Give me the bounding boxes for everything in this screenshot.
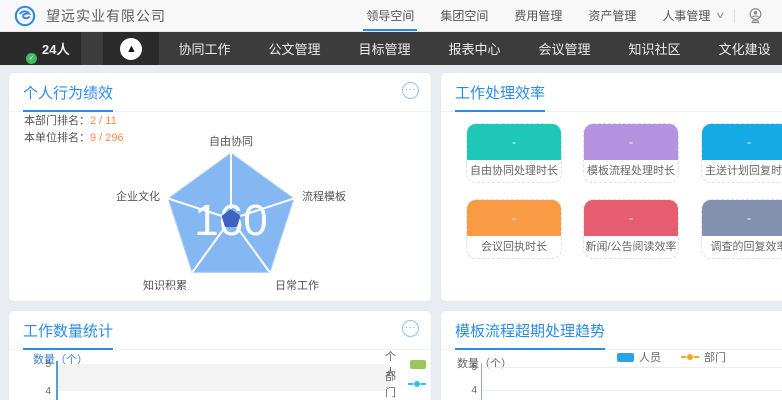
- top-menu-label: 资产管理: [588, 7, 636, 24]
- y-tick-4: 4: [35, 386, 51, 397]
- panel-title: 工作处理效率: [455, 82, 545, 112]
- nav-label: 文化建设: [719, 39, 771, 58]
- legend-rect-swatch: [617, 353, 634, 362]
- panel-overdue-trend: 模板流程超期处理趋势 数量（个） 5 4 人员 部门: [440, 310, 782, 400]
- app-logo-icon[interactable]: ▲: [120, 38, 142, 60]
- efficiency-card-template-flow[interactable]: - 模板流程处理时长: [583, 123, 679, 183]
- nav-label: 目标管理: [359, 39, 411, 58]
- nav-label: 会议管理: [539, 39, 591, 58]
- efficiency-card-free-collab[interactable]: - 自由协同处理时长: [466, 123, 562, 183]
- nav-item-goals[interactable]: 目标管理: [340, 32, 430, 65]
- plot-band: [58, 364, 390, 391]
- top-menu-label: 集团空间: [440, 7, 488, 24]
- card-value: -: [467, 124, 561, 160]
- efficiency-card-meeting-receipt[interactable]: - 会议回执时长: [466, 199, 562, 259]
- legend-label: 人员: [639, 349, 661, 365]
- nav-item-knowledge[interactable]: 知识社区: [610, 32, 700, 65]
- efficiency-card-news-reading[interactable]: - 新闻/公告阅读效率: [583, 199, 679, 259]
- efficiency-card-plan-reply[interactable]: - 主送计划回复时长: [701, 123, 782, 183]
- legend-line-dot-marker: [681, 354, 699, 360]
- card-label: 会议回执时长: [467, 236, 561, 258]
- nav-label: 协同工作: [178, 39, 230, 58]
- company-name: 望远实业有限公司: [46, 6, 166, 26]
- top-menu-label: 人事管理: [662, 7, 710, 24]
- top-menu-label: 领导空间: [366, 7, 414, 24]
- top-menu-label: 费用管理: [514, 7, 562, 24]
- card-value: -: [584, 200, 678, 236]
- card-label: 自由协同处理时长: [467, 160, 561, 182]
- main-nav: ✓ 24人 ▲ 协同工作 公文管理 目标管理 报表中心 会议管理 知识社区 文化…: [0, 32, 782, 65]
- legend-department[interactable]: 部门: [681, 349, 726, 365]
- top-menu-item-group-space[interactable]: 集团空间: [427, 0, 501, 31]
- card-label: 调查的回复效率: [702, 236, 782, 258]
- nav-items: 协同工作 公文管理 目标管理 报表中心 会议管理 知识社区 文化建设 分析云 协…: [159, 32, 782, 65]
- online-check-icon: ✓: [26, 53, 37, 64]
- radar-chart[interactable]: 160 自由协同 流程模板 日常工作 知识积累 企业文化: [9, 101, 433, 303]
- divider: [734, 9, 735, 23]
- top-bar: 望远实业有限公司 领导空间 集团空间 费用管理 资产管理 人事管理 ∨: [0, 0, 782, 32]
- chevron-down-icon[interactable]: ∨: [715, 10, 726, 21]
- panel-header: 工作数量统计: [9, 311, 431, 350]
- gridline: [482, 390, 782, 391]
- legend-label: 部门: [704, 349, 726, 365]
- top-menu-item-leader-space[interactable]: 领导空间: [353, 0, 427, 31]
- radar-label-free-collab: 自由协同: [209, 134, 253, 148]
- user-count-badge[interactable]: 24人: [42, 39, 69, 58]
- panel-work-count: 工作数量统计 ··· 数量（个） 5 4 个人 部门: [8, 310, 432, 400]
- panel-more-button[interactable]: ···: [402, 82, 419, 99]
- top-menu: 领导空间 集团空间 费用管理 资产管理 人事管理 ∨: [353, 0, 768, 31]
- nav-spacer: [81, 32, 103, 65]
- panel-header: 模板流程超期处理趋势: [441, 311, 782, 350]
- nav-label: 知识社区: [629, 39, 681, 58]
- y-tick-4: 4: [461, 385, 477, 396]
- panel-work-efficiency: 工作处理效率 - 自由协同处理时长 - 模板流程处理时长 - 主送计划回复时长 …: [440, 72, 782, 302]
- radar-label-flow-template: 流程模板: [302, 189, 346, 203]
- card-value: -: [702, 124, 782, 160]
- legend-personnel[interactable]: 人员: [617, 349, 661, 365]
- radar-label-daily-work: 日常工作: [275, 279, 319, 292]
- panel-personal-performance: 个人行为绩效 ··· 本部门排名：2 / 11 本单位排名：9 / 296 16…: [8, 72, 432, 302]
- active-underline: [363, 29, 417, 31]
- nav-label: 报表中心: [449, 39, 501, 58]
- panel-title: 工作数量统计: [23, 320, 113, 350]
- legend-label: 部门: [385, 368, 403, 400]
- card-label: 主送计划回复时长: [702, 160, 782, 182]
- card-label: 模板流程处理时长: [584, 160, 678, 182]
- nav-item-reports[interactable]: 报表中心: [430, 32, 520, 65]
- radar-label-knowledge: 知识积累: [143, 278, 187, 292]
- y-tick-5: 5: [35, 359, 51, 370]
- legend-department[interactable]: 部门: [385, 368, 431, 400]
- legend-line-dot-marker: [408, 381, 426, 387]
- nav-label: 公文管理: [268, 39, 320, 58]
- panel-title: 模板流程超期处理趋势: [455, 320, 605, 350]
- nav-item-culture[interactable]: 文化建设: [700, 32, 782, 65]
- top-menu-item-hr[interactable]: 人事管理: [649, 0, 723, 31]
- personal-space-icon[interactable]: [747, 7, 764, 24]
- y-tick-5: 5: [461, 362, 477, 373]
- panel-more-button[interactable]: ···: [402, 320, 419, 337]
- card-label: 新闻/公告阅读效率: [584, 236, 678, 258]
- top-menu-item-assets[interactable]: 资产管理: [575, 0, 649, 31]
- nav-item-official-docs[interactable]: 公文管理: [249, 32, 339, 65]
- nav-item-meetings[interactable]: 会议管理: [520, 32, 610, 65]
- top-menu-item-expense[interactable]: 费用管理: [501, 0, 575, 31]
- panel-header: 工作处理效率: [441, 73, 782, 112]
- y-axis-line: [481, 363, 482, 400]
- card-value: -: [467, 200, 561, 236]
- gridline: [482, 367, 782, 368]
- company-logo-icon: [14, 5, 36, 27]
- radar-label-culture: 企业文化: [116, 189, 160, 203]
- nav-item-collaboration[interactable]: 协同工作: [159, 32, 249, 65]
- efficiency-card-survey-reply[interactable]: - 调查的回复效率: [701, 199, 782, 259]
- app-launcher-block[interactable]: ▲: [103, 32, 159, 65]
- user-block[interactable]: ✓ 24人: [0, 32, 81, 65]
- card-value: -: [584, 124, 678, 160]
- card-value: -: [702, 200, 782, 236]
